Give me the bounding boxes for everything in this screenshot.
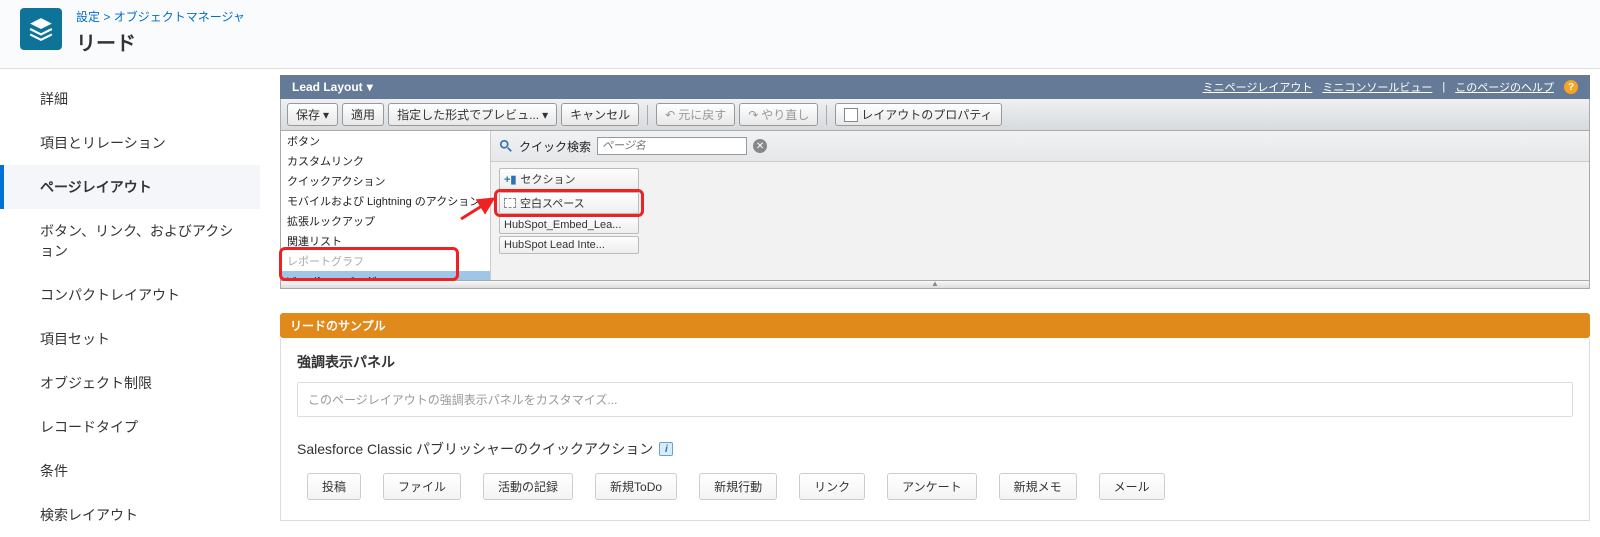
layout-properties-button[interactable]: レイアウトのプロパティ [835,103,1001,126]
sidebar-item-conditions[interactable]: 条件 [0,449,260,493]
info-icon[interactable]: i [659,442,673,456]
layout-title-label: Lead Layout [292,80,363,94]
category-visualforce-pages[interactable]: Visualforce ページ [281,271,490,280]
palette-item-section[interactable]: +▮セクション [499,168,639,190]
mini-console-view-link[interactable]: ミニコンソールビュー [1322,79,1432,95]
sidebar-item-record-types[interactable]: レコードタイプ [0,405,260,449]
breadcrumb: 設定 > オブジェクトマネージャ [76,8,245,25]
palette-item-area: +▮セクション 空白スペース HubSpot_Embed_Lea... HubS… [491,162,1589,280]
sidebar-item-field-sets[interactable]: 項目セット [0,317,260,361]
breadcrumb-object-manager[interactable]: オブジェクトマネージャ [114,10,245,24]
sidebar-item-search-layouts[interactable]: 検索レイアウト [0,493,260,537]
sidebar-item-compact-layouts[interactable]: コンパクトレイアウト [0,273,260,317]
category-report-charts[interactable]: レポートグラフ [281,251,490,271]
undo-button[interactable]: ↶ 元に戻す [656,103,735,126]
category-buttons[interactable]: ボタン [281,131,490,151]
quick-action-new-todo[interactable]: 新規ToDo [595,473,677,500]
palette-categories[interactable]: ボタン カスタムリンク クイックアクション モバイルおよび Lightning … [281,131,491,280]
breadcrumb-setup[interactable]: 設定 [76,10,100,24]
help-icon[interactable]: ? [1564,80,1578,94]
redo-button[interactable]: ↷ やり直し [739,103,818,126]
category-related-lists[interactable]: 関連リスト [281,231,490,251]
sidebar-item-page-layouts[interactable]: ページレイアウト [0,165,260,209]
object-icon [20,8,62,50]
search-icon [499,139,513,153]
palette-item-blank-space[interactable]: 空白スペース [499,192,639,214]
sidebar-item-buttons-links-actions[interactable]: ボタン、リンク、およびアクション [0,209,260,273]
category-expanded-lookups[interactable]: 拡張ルックアップ [281,211,490,231]
page-header: 設定 > オブジェクトマネージャ リード [0,0,1600,69]
highlight-panel-box[interactable]: このページレイアウトの強調表示パネルをカスタマイズ... [297,382,1573,417]
toolbar: 保存 ▾ 適用 指定した形式でプレビュ... ▾ キャンセル ↶ 元に戻す ↷ … [280,99,1590,131]
sidebar-item-fields[interactable]: 項目とリレーション [0,121,260,165]
page-help-link[interactable]: このページのヘルプ [1455,79,1554,95]
sidebar-item-object-limits[interactable]: オブジェクト制限 [0,361,260,405]
chevron-down-icon: ▾ [367,80,373,94]
properties-icon [844,108,858,122]
classic-publisher-actions-title: Salesforce Classic パブリッシャーのクイックアクション i [297,439,1573,459]
mini-page-layout-link[interactable]: ミニページレイアウト [1203,79,1313,95]
sample-header: リードのサンプル [280,313,1590,338]
quick-action-mail[interactable]: メール [1099,473,1165,500]
apply-button[interactable]: 適用 [342,103,384,126]
quick-action-link[interactable]: リンク [799,473,865,500]
category-quick-actions[interactable]: クイックアクション [281,171,490,191]
clear-search-icon[interactable]: ✕ [753,139,767,153]
category-mobile-lightning-actions[interactable]: モバイルおよび Lightning のアクション [281,191,490,211]
preview-as-button[interactable]: 指定した形式でプレビュ... ▾ [388,103,557,126]
quick-action-new-memo[interactable]: 新規メモ [999,473,1077,500]
palette-collapse-handle[interactable]: ▲ [280,281,1590,289]
category-custom-links[interactable]: カスタムリンク [281,151,490,171]
quick-actions-row: 投稿 ファイル 活動の記録 新規ToDo 新規行動 リンク アンケート 新規メモ… [297,471,1573,502]
layout-titlebar: Lead Layout ▾ ミニページレイアウト ミニコンソールビュー | この… [280,75,1590,99]
palette: ボタン カスタムリンク クイックアクション モバイルおよび Lightning … [280,131,1590,281]
highlight-panel-title: 強調表示パネル [297,352,1573,372]
sidebar: 詳細 項目とリレーション ページレイアウト ボタン、リンク、およびアクション コ… [0,69,260,537]
quick-action-log-activity[interactable]: 活動の記録 [483,473,573,500]
layout-title-dropdown[interactable]: Lead Layout ▾ [292,80,373,94]
quick-action-post[interactable]: 投稿 [307,473,361,500]
sidebar-item-detail[interactable]: 詳細 [0,77,260,121]
quick-find-input[interactable] [597,137,747,155]
quick-action-new-event[interactable]: 新規行動 [699,473,777,500]
cancel-button[interactable]: キャンセル [561,103,639,126]
page-title: リード [76,27,245,56]
palette-search-bar: クイック検索 ✕ [491,131,1589,162]
quick-action-file[interactable]: ファイル [383,473,461,500]
sample-body: 強調表示パネル このページレイアウトの強調表示パネルをカスタマイズ... Sal… [280,338,1590,521]
quick-find-label: クイック検索 [519,138,591,155]
palette-item-hubspot-lead-inte[interactable]: HubSpot Lead Inte... [499,236,639,254]
quick-action-survey[interactable]: アンケート [887,473,977,500]
palette-item-hubspot-embed-lead[interactable]: HubSpot_Embed_Lea... [499,216,639,234]
save-button[interactable]: 保存 ▾ [287,103,338,126]
